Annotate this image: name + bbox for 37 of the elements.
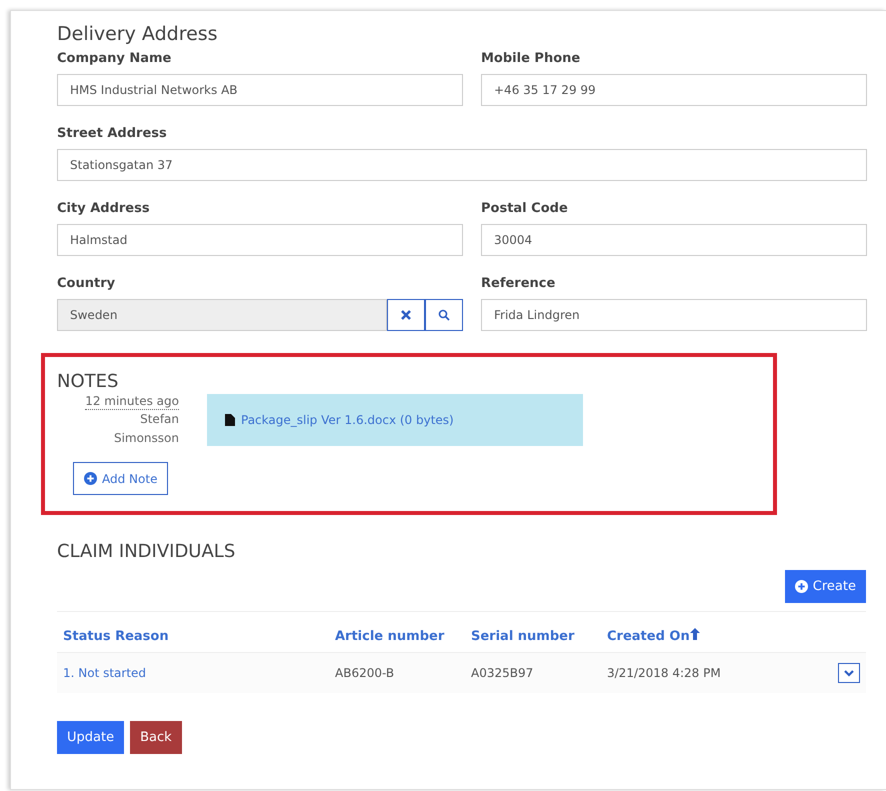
table-cell: 3/21/2018 4:28 PM (601, 652, 810, 693)
input-field[interactable]: Frida Lindgren (481, 299, 867, 331)
field-label: Postal Code (481, 201, 569, 216)
table-cell: A0325B97 (465, 652, 601, 693)
search-icon (438, 309, 450, 321)
plus-circle-icon (84, 472, 97, 485)
close-icon (400, 309, 412, 321)
update-button[interactable]: Update (57, 721, 124, 754)
section-title: NOTES (57, 371, 120, 392)
clear-button[interactable] (387, 299, 425, 331)
plus-circle-icon (794, 580, 808, 593)
field-label: Mobile Phone (481, 51, 582, 66)
back-button[interactable]: Back (130, 721, 182, 754)
table-cell: AB6200-B (329, 652, 465, 693)
input-field[interactable]: +46 35 17 29 99 (481, 74, 867, 106)
chevron-down-icon (844, 670, 854, 676)
input-field[interactable]: Stationsgatan 37 (57, 149, 867, 181)
attachment-link[interactable]: Package_slip Ver 1.6.docx (0 bytes) (241, 413, 454, 427)
field-label: City Address (57, 201, 151, 216)
field-label: Company Name (57, 51, 172, 66)
status-link[interactable]: 1. Not started (63, 666, 146, 680)
input-field[interactable]: 30004 (481, 224, 867, 256)
section-title: Delivery Address (57, 23, 219, 45)
create-button[interactable]: Create (784, 570, 866, 603)
field-label: Country (57, 276, 116, 291)
input-field[interactable]: Halmstad (57, 224, 463, 256)
field-label: Street Address (57, 126, 168, 141)
sort-up-icon (690, 628, 700, 640)
note-time: 12 minutes ago (85, 394, 179, 410)
row-menu-button[interactable] (838, 663, 860, 683)
search-button[interactable] (425, 299, 463, 331)
add-note-button[interactable]: Add Note (73, 462, 168, 495)
file-icon (225, 414, 235, 426)
field-label: Reference (481, 276, 556, 291)
note-author: Stefan Simonsson (112, 411, 179, 447)
input-field[interactable]: HMS Industrial Networks AB (57, 74, 463, 106)
section-title: CLAIM INDIVIDUALS (57, 541, 236, 562)
